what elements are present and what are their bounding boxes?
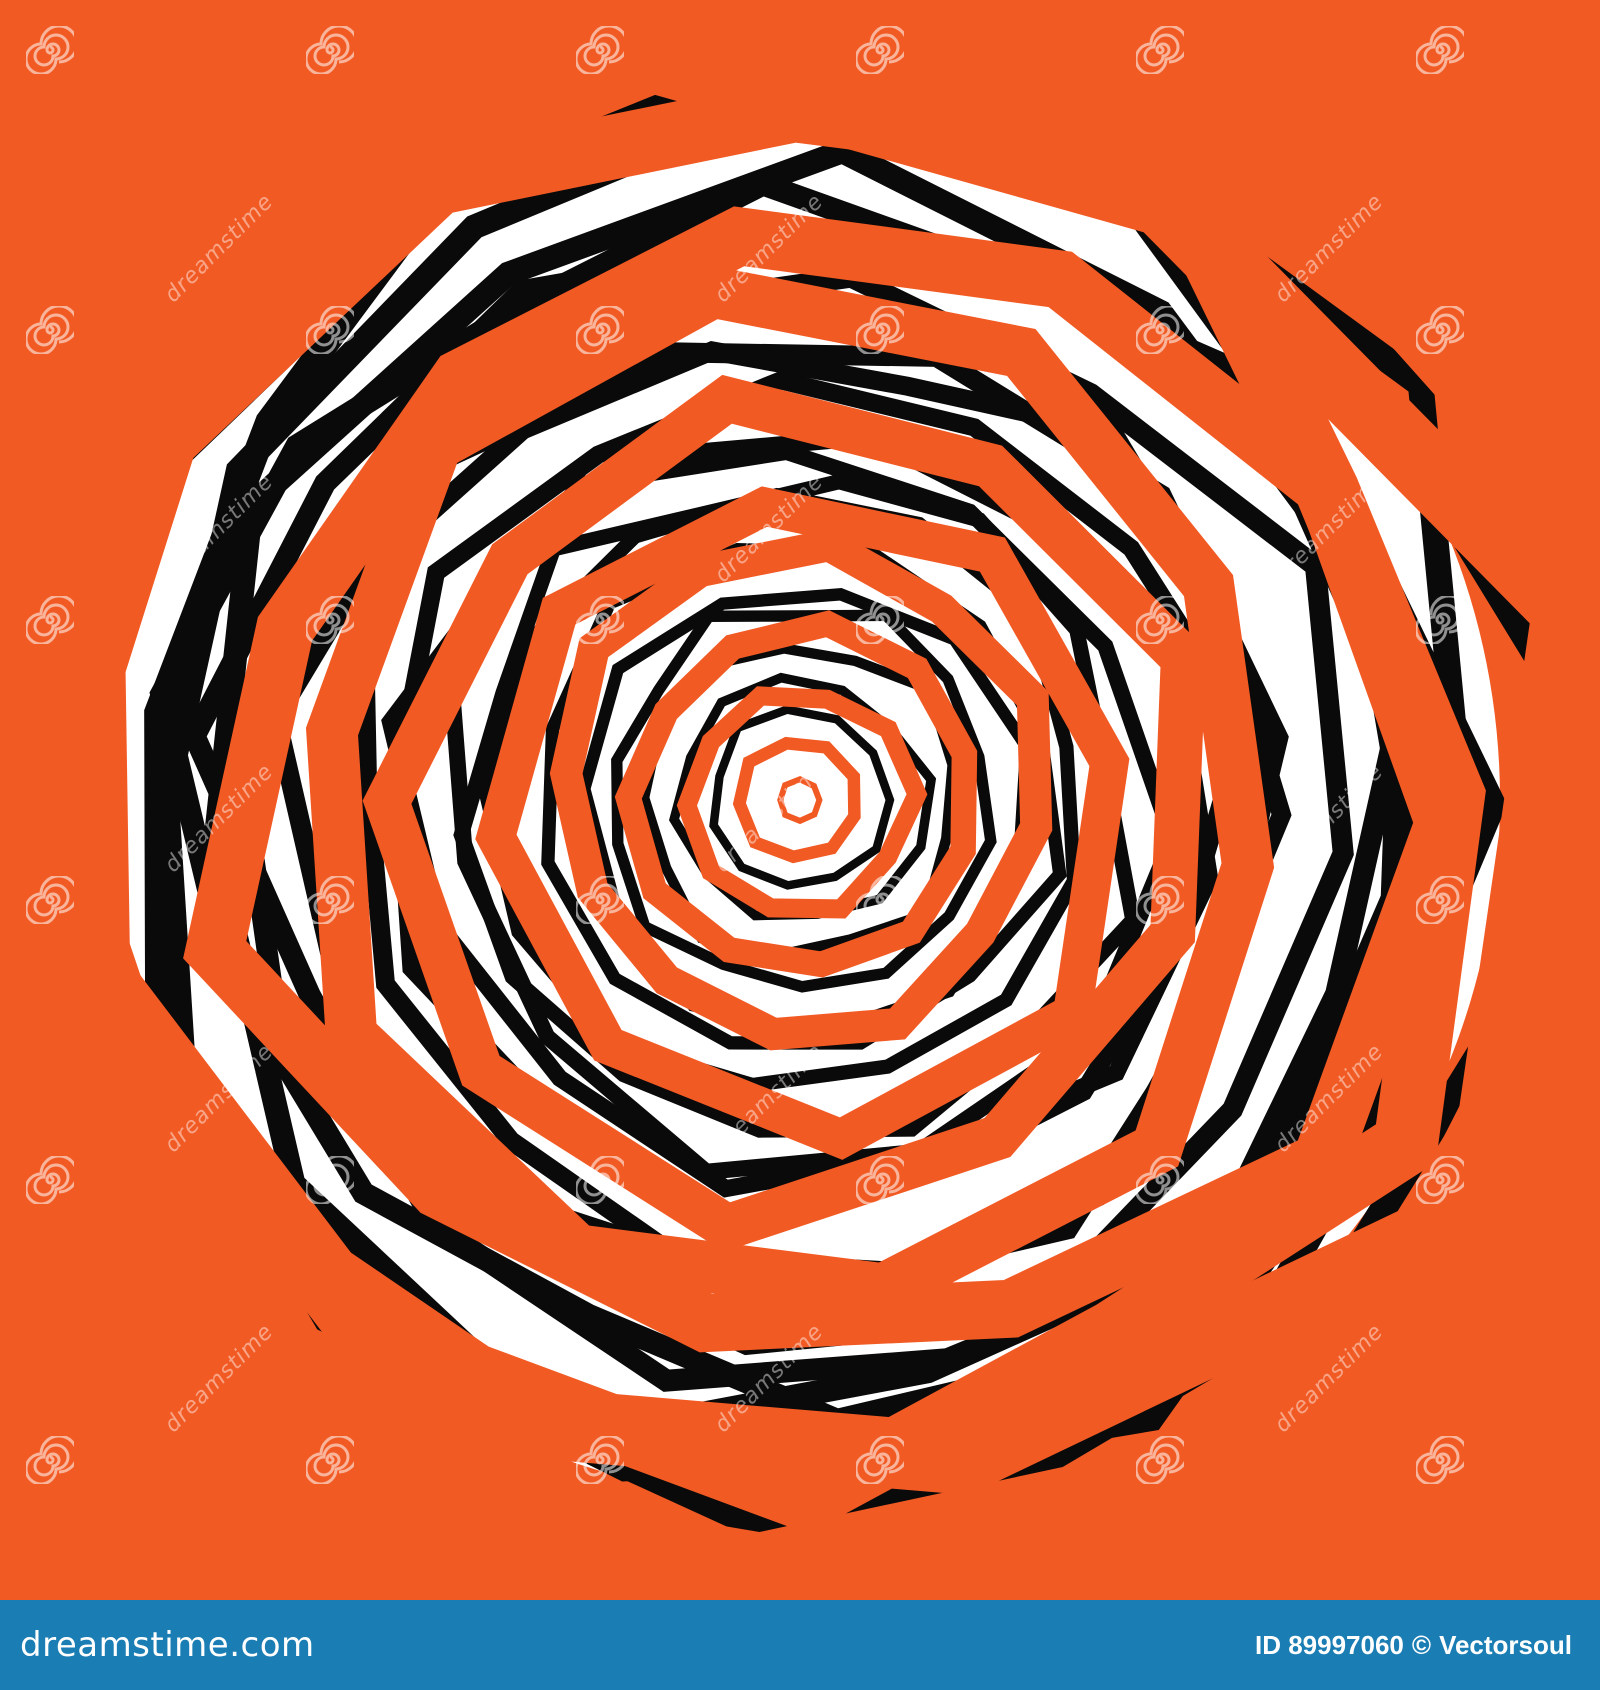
footer-bar: dreamstime.com ID 89997060 © Vectorsoul [0, 1600, 1600, 1690]
author-name[interactable]: Vectorsoul [1439, 1630, 1572, 1661]
spiral-artwork [0, 0, 1600, 1600]
copyright-symbol: © [1411, 1629, 1432, 1660]
image-id: ID 89997060 [1254, 1629, 1404, 1660]
footer-logo[interactable]: dreamstime.com [20, 1625, 315, 1665]
stock-image-frame: dreamstime dreamstime dreamstime dreamstime… [0, 0, 1600, 1690]
spiral-artwork-svg [0, 0, 1600, 1600]
footer-credit: ID 89997060 © Vectorsoul [1255, 1630, 1572, 1661]
